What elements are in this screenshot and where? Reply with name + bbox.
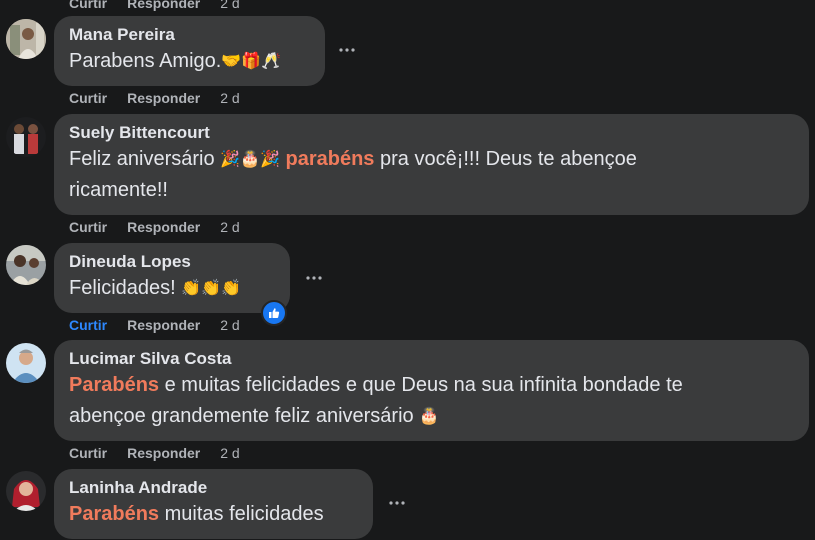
comment-actions: Curtir Responder 2 d — [69, 89, 240, 107]
comment-bubble: Laninha Andrade Parabéns muitas felicida… — [54, 469, 373, 539]
comment-author[interactable]: Mana Pereira — [69, 24, 310, 46]
comment-actions-top: Curtir Responder 2 d — [69, 0, 240, 12]
reply-link[interactable]: Responder — [127, 0, 200, 11]
like-link[interactable]: Curtir — [69, 0, 107, 11]
comment-actions: Curtir Responder 2 d — [69, 444, 240, 462]
comment-bubble: Dineuda Lopes Felicidades! 👏👏👏 — [54, 243, 290, 313]
timestamp[interactable]: 2 d — [220, 445, 239, 461]
avatar[interactable] — [6, 19, 46, 59]
comment-text: Feliz aniversário 🎉🎂🎉 parabéns pra você¡… — [69, 148, 637, 201]
highlighted-keyword[interactable]: parabéns — [286, 148, 375, 170]
more-options-icon[interactable] — [302, 266, 326, 290]
comment-bubble: Suely Bittencourt Feliz aniversário 🎉🎂🎉 … — [54, 114, 809, 215]
more-options-icon[interactable] — [335, 38, 359, 62]
emoji-group: 🎉🎂🎉 — [220, 150, 280, 168]
avatar[interactable] — [6, 343, 46, 383]
emoji-group: 👏👏👏 — [181, 279, 242, 297]
avatar[interactable] — [6, 117, 46, 157]
reply-link[interactable]: Responder — [127, 317, 200, 333]
avatar[interactable] — [6, 245, 46, 285]
timestamp[interactable]: 2 d — [220, 219, 239, 235]
emoji-group: 🤝🎁🥂 — [221, 52, 282, 70]
timestamp[interactable]: 2 d — [220, 0, 239, 11]
comment-text: Parabéns muitas felicidades — [69, 503, 324, 525]
emoji-group: 🎂 — [419, 407, 440, 425]
comment-author[interactable]: Dineuda Lopes — [69, 251, 275, 273]
comments-panel: Curtir Responder 2 d Mana Pereira Parabe… — [0, 0, 815, 540]
like-reaction-icon[interactable] — [261, 300, 287, 326]
like-link[interactable]: Curtir — [69, 445, 107, 461]
avatar[interactable] — [6, 471, 46, 511]
comment-actions: Curtir Responder 2 d — [69, 316, 240, 334]
comment-actions: Curtir Responder 2 d — [69, 218, 240, 236]
comment-text: Parabens Amigo.🤝🎁🥂 — [69, 50, 282, 72]
comment-author[interactable]: Laninha Andrade — [69, 477, 358, 499]
like-link[interactable]: Curtir — [69, 90, 107, 106]
like-link[interactable]: Curtir — [69, 317, 107, 333]
comment-bubble: Mana Pereira Parabens Amigo.🤝🎁🥂 — [54, 16, 325, 86]
more-options-icon[interactable] — [385, 491, 409, 515]
like-link[interactable]: Curtir — [69, 219, 107, 235]
highlighted-keyword[interactable]: Parabéns — [69, 503, 159, 525]
comment-text: Parabéns e muitas felicidades e que Deus… — [69, 374, 683, 427]
reply-link[interactable]: Responder — [127, 90, 200, 106]
comment-text: Felicidades! 👏👏👏 — [69, 277, 242, 299]
reply-link[interactable]: Responder — [127, 445, 200, 461]
highlighted-keyword[interactable]: Parabéns — [69, 374, 159, 396]
comment-author[interactable]: Suely Bittencourt — [69, 122, 794, 144]
comment-author[interactable]: Lucimar Silva Costa — [69, 348, 794, 370]
reply-link[interactable]: Responder — [127, 219, 200, 235]
timestamp[interactable]: 2 d — [220, 317, 239, 333]
timestamp[interactable]: 2 d — [220, 90, 239, 106]
comment-bubble: Lucimar Silva Costa Parabéns e muitas fe… — [54, 340, 809, 441]
